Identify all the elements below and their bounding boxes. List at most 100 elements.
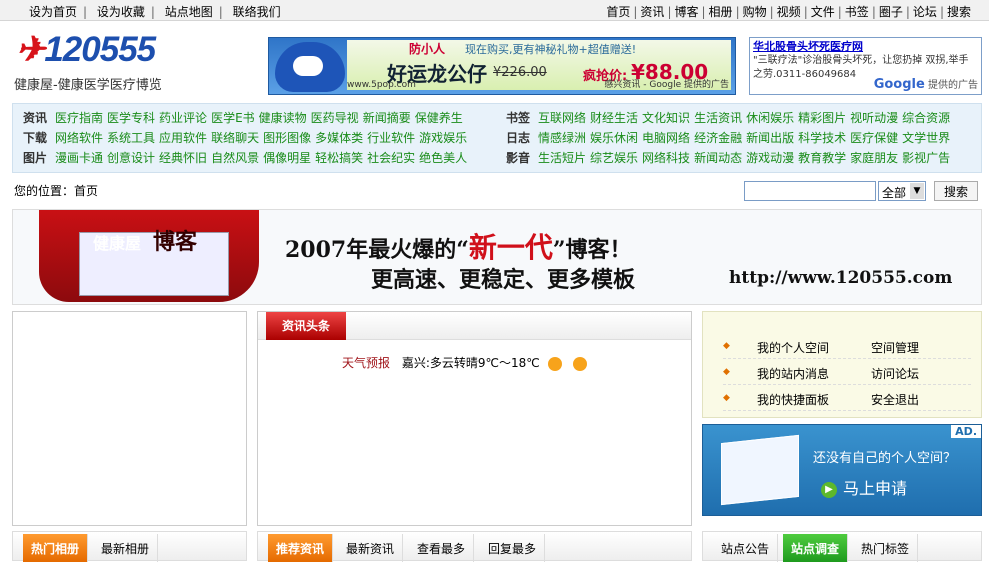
nav-link[interactable]: 视听动漫 bbox=[850, 111, 898, 125]
nav-link[interactable]: 医学专科 bbox=[107, 111, 155, 125]
nav-row-label[interactable]: 影音 bbox=[506, 151, 530, 165]
nav-link[interactable]: 医疗指南 bbox=[55, 111, 103, 125]
blog-promo-banner[interactable]: 健康屋 博客 2007年最火爆的“新一代”博客！ 更高速、更稳定、更多模板 ht… bbox=[12, 209, 982, 305]
tab-news-headline[interactable]: 资讯头条 bbox=[266, 312, 347, 340]
nav-link[interactable]: 生活短片 bbox=[538, 151, 586, 165]
tab-most-viewed[interactable]: 查看最多 bbox=[409, 534, 475, 562]
nav-link[interactable]: 网络软件 bbox=[55, 131, 103, 145]
nav-link[interactable]: 新闻动态 bbox=[694, 151, 742, 165]
tab-site-survey[interactable]: 站点调查 bbox=[783, 534, 849, 562]
nav-link[interactable]: 图形图像 bbox=[263, 131, 311, 145]
top-nav-link[interactable]: 论坛 bbox=[913, 5, 937, 19]
nav-link[interactable]: 休闲娱乐 bbox=[746, 111, 794, 125]
nav-link[interactable]: 财经生活 bbox=[590, 111, 638, 125]
set-homepage-link[interactable]: 设为首页 bbox=[29, 5, 77, 19]
top-nav-link[interactable]: 购物 bbox=[743, 5, 767, 19]
nav-link[interactable]: 游戏娱乐 bbox=[419, 131, 467, 145]
nav-link[interactable]: 情感绿洲 bbox=[538, 131, 586, 145]
nav-link[interactable]: 文化知识 bbox=[642, 111, 690, 125]
user-link[interactable]: 我的站内消息 bbox=[757, 365, 829, 382]
search-scope-select[interactable]: 全部 ▼ bbox=[878, 181, 926, 201]
top-nav-link[interactable]: 搜索 bbox=[947, 5, 971, 19]
add-favorite-link[interactable]: 设为收藏 bbox=[97, 5, 145, 19]
ad-banner-content: 防小人 现在购买,更有神秘礼物+超值赠送! 好运龙公仔 ¥226.00 疯抢价:… bbox=[347, 40, 731, 90]
google-ads-badge[interactable]: Google 提供的广告 bbox=[874, 76, 978, 92]
nav-link[interactable]: 行业软件 bbox=[367, 131, 415, 145]
nav-link[interactable]: 影视广告 bbox=[902, 151, 950, 165]
nav-link[interactable]: 医学E书 bbox=[211, 111, 255, 125]
nav-link[interactable]: 游戏动漫 bbox=[746, 151, 794, 165]
text-ad: 华北股骨头坏死医疗网 "三联疗法"诊治股骨头坏死，让您扔掉 双拐,举手之劳.03… bbox=[749, 37, 982, 95]
apply-now-button[interactable]: ▶ 马上申请 bbox=[821, 475, 907, 499]
nav-link[interactable]: 漫画卡通 bbox=[55, 151, 103, 165]
search-button[interactable]: 搜索 bbox=[934, 181, 978, 201]
nav-row-label[interactable]: 图片 bbox=[23, 151, 47, 165]
nav-link[interactable]: 医药导视 bbox=[311, 111, 359, 125]
nav-row-label[interactable]: 日志 bbox=[506, 131, 530, 145]
nav-link[interactable]: 保健养生 bbox=[415, 111, 463, 125]
nav-link[interactable]: 健康读物 bbox=[259, 111, 307, 125]
top-nav-link[interactable]: 书签 bbox=[845, 5, 869, 19]
nav-link[interactable]: 联络聊天 bbox=[211, 131, 259, 145]
nav-link[interactable]: 新闻摘要 bbox=[363, 111, 411, 125]
user-link[interactable]: 我的快捷面板 bbox=[757, 391, 829, 408]
nav-link[interactable]: 综合资源 bbox=[902, 111, 950, 125]
top-nav-link[interactable]: 文件 bbox=[811, 5, 835, 19]
tab-latest-news[interactable]: 最新资讯 bbox=[338, 534, 404, 562]
user-link[interactable]: 我的个人空间 bbox=[757, 339, 829, 356]
separator: | bbox=[701, 5, 706, 19]
nav-link[interactable]: 教育教学 bbox=[798, 151, 846, 165]
tab-most-replied[interactable]: 回复最多 bbox=[480, 534, 546, 562]
top-nav-link[interactable]: 圈子 bbox=[879, 5, 903, 19]
nav-link[interactable]: 轻松搞笑 bbox=[315, 151, 363, 165]
nav-link[interactable]: 家庭朋友 bbox=[850, 151, 898, 165]
nav-link[interactable]: 多媒体类 bbox=[315, 131, 363, 145]
nav-link[interactable]: 娱乐休闲 bbox=[590, 131, 638, 145]
nav-link[interactable]: 药业评论 bbox=[159, 111, 207, 125]
nav-link[interactable]: 科学技术 bbox=[798, 131, 846, 145]
nav-row-label[interactable]: 下载 bbox=[23, 131, 47, 145]
nav-link[interactable]: 经济金融 bbox=[694, 131, 742, 145]
nav-link[interactable]: 网络科技 bbox=[642, 151, 690, 165]
tab-recommended-news[interactable]: 推荐资讯 bbox=[268, 534, 334, 562]
nav-link[interactable]: 电脑网络 bbox=[642, 131, 690, 145]
breadcrumb-home[interactable]: 首页 bbox=[74, 184, 98, 198]
tab-new-albums[interactable]: 最新相册 bbox=[93, 534, 159, 562]
top-nav-link[interactable]: 首页 bbox=[606, 5, 630, 19]
nav-row-label[interactable]: 书签 bbox=[506, 111, 530, 125]
tab-hot-albums[interactable]: 热门相册 bbox=[23, 534, 89, 562]
nav-link[interactable]: 系统工具 bbox=[107, 131, 155, 145]
nav-link[interactable]: 精彩图片 bbox=[798, 111, 846, 125]
sitemap-link[interactable]: 站点地图 bbox=[165, 5, 213, 19]
nav-link[interactable]: 自然风景 bbox=[211, 151, 259, 165]
text-ad-title[interactable]: 华北股骨头坏死医疗网 bbox=[753, 38, 978, 54]
weather-label[interactable]: 天气预报 bbox=[342, 356, 390, 370]
nav-link[interactable]: 偶像明星 bbox=[263, 151, 311, 165]
top-nav-link[interactable]: 视频 bbox=[777, 5, 801, 19]
space-ad[interactable]: AD. 还没有自己的个人空间？ ▶ 马上申请 bbox=[702, 424, 982, 516]
top-nav-link[interactable]: 博客 bbox=[674, 5, 698, 19]
nav-link[interactable]: 医疗保健 bbox=[850, 131, 898, 145]
nav-link[interactable]: 经典怀旧 bbox=[159, 151, 207, 165]
nav-link[interactable]: 创意设计 bbox=[107, 151, 155, 165]
nav-link[interactable]: 互联网络 bbox=[538, 111, 586, 125]
tab-announcements[interactable]: 站点公告 bbox=[713, 534, 779, 562]
nav-link[interactable]: 综艺娱乐 bbox=[590, 151, 638, 165]
top-nav-link[interactable]: 资讯 bbox=[640, 5, 664, 19]
user-link[interactable]: 安全退出 bbox=[871, 391, 919, 408]
user-link[interactable]: 空间管理 bbox=[871, 339, 919, 356]
nav-link[interactable]: 生活资讯 bbox=[694, 111, 742, 125]
user-link[interactable]: 访问论坛 bbox=[871, 365, 919, 382]
top-nav-link[interactable]: 相册 bbox=[709, 5, 733, 19]
nav-link[interactable]: 绝色美人 bbox=[419, 151, 467, 165]
ad-banner-toy[interactable]: 防小人 现在购买,更有神秘礼物+超值赠送! 好运龙公仔 ¥226.00 疯抢价:… bbox=[268, 37, 736, 95]
contact-link[interactable]: 联络我们 bbox=[233, 5, 281, 19]
tab-hot-tags[interactable]: 热门标签 bbox=[853, 534, 919, 562]
site-logo[interactable]: ✈120555 健康屋-健康医学医疗博览 bbox=[14, 30, 184, 94]
nav-link[interactable]: 新闻出版 bbox=[746, 131, 794, 145]
nav-link[interactable]: 应用软件 bbox=[159, 131, 207, 145]
nav-link[interactable]: 社会纪实 bbox=[367, 151, 415, 165]
nav-row-label[interactable]: 资讯 bbox=[23, 111, 47, 125]
search-input[interactable] bbox=[744, 181, 876, 201]
nav-link[interactable]: 文学世界 bbox=[902, 131, 950, 145]
